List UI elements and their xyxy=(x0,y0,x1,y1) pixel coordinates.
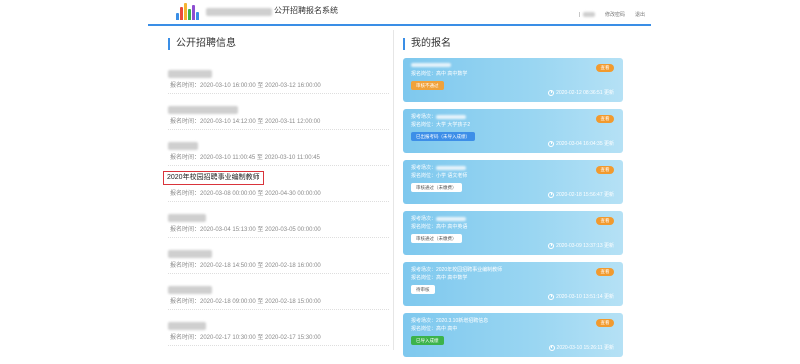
notice-time: 报名时间：2020-03-10 16:00:00 至 2020-03-12 16… xyxy=(170,83,321,89)
site-logo[interactable] xyxy=(176,3,200,20)
view-button[interactable]: 查看 xyxy=(596,115,614,123)
application-card: 报考场次：2020.3.10新增招聘信息 报名岗位：高中 高中 已导入成绩 查看… xyxy=(403,313,623,357)
change-password-link[interactable]: 修改密码 xyxy=(605,11,625,18)
column-divider xyxy=(393,30,394,350)
applied-position: 报名岗位：小学 语文老师 xyxy=(411,173,468,179)
top-header: 公开招聘报名系统 | 修改密码 退出 xyxy=(148,0,651,26)
recruitment-info-panel: 公开招聘信息 报名时间：2020-03-10 16:00:00 至 2020-0… xyxy=(163,36,389,346)
exam-session: 报考场次： xyxy=(411,113,467,120)
username-redacted xyxy=(582,12,595,17)
application-card: 报考场次： 报名岗位：高中 高中英语 审核通过（未缴费） 查看 2020-03-… xyxy=(403,211,623,255)
clock-icon xyxy=(548,89,555,96)
notice-time: 报名时间：2020-02-18 09:00:00 至 2020-02-18 15… xyxy=(170,299,321,305)
view-button[interactable]: 查看 xyxy=(596,64,614,72)
notice-title-redacted[interactable] xyxy=(168,65,212,78)
view-button[interactable]: 查看 xyxy=(596,319,614,327)
application-card: 报考场次：2020年校园招聘事业编制教师 报名岗位：高中 高中数学 待审核 查看… xyxy=(403,262,623,306)
notice-title-highlighted[interactable]: 2020年校园招聘事业编制教师 xyxy=(163,171,264,185)
notice-time: 报名时间：2020-03-10 14:12:00 至 2020-03-11 12… xyxy=(170,119,321,125)
notice-time: 报名时间：2020-02-17 10:30:00 至 2020-02-17 15… xyxy=(170,335,321,341)
updated-time: 2020-02-18 15:56:47 更新 xyxy=(548,191,614,198)
view-button[interactable]: 查看 xyxy=(596,217,614,225)
user-nav: | 修改密码 退出 xyxy=(579,11,645,19)
notice-title-redacted[interactable] xyxy=(168,209,206,222)
updated-time: 2020-03-09 13:37:13 更新 xyxy=(548,242,614,249)
view-button[interactable]: 查看 xyxy=(596,268,614,276)
status-badge[interactable]: 已出报考码（未导入成绩） xyxy=(411,132,475,141)
exam-session: 报考场次：2020.3.10新增招聘信息 xyxy=(411,318,489,324)
notice-item[interactable]: 报名时间：2020-03-10 14:12:00 至 2020-03-11 12… xyxy=(168,94,389,130)
applied-position: 报名岗位：大学 大学孩子2 xyxy=(411,122,471,128)
notice-list: 报名时间：2020-03-10 16:00:00 至 2020-03-12 16… xyxy=(163,58,389,346)
notice-item[interactable]: 报名时间：2020-03-04 15:13:00 至 2020-03-05 00… xyxy=(168,202,389,238)
status-badge[interactable]: 审核不通过 xyxy=(411,81,444,90)
notice-item[interactable]: 报名时间：2020-02-18 14:50:00 至 2020-02-18 16… xyxy=(168,238,389,274)
notice-item[interactable]: 报名时间：2020-02-17 10:30:00 至 2020-02-17 15… xyxy=(168,310,389,346)
clock-icon xyxy=(548,140,555,147)
notice-time: 报名时间：2020-03-10 11:00:45 至 2020-03-10 11… xyxy=(170,155,320,161)
notice-title-redacted[interactable] xyxy=(168,281,212,294)
status-badge[interactable]: 已导入成绩 xyxy=(411,336,444,345)
notice-time: 报名时间：2020-02-18 14:50:00 至 2020-02-18 16… xyxy=(170,263,321,269)
application-card-list: 报名岗位：高中 高中数学 审核不通过 查看 2020-02-12 08:36:5… xyxy=(403,58,623,364)
notice-title-redacted[interactable] xyxy=(168,137,198,150)
applied-position: 报名岗位：高中 高中数学 xyxy=(411,275,468,281)
notice-item[interactable]: 报名时间：2020-03-10 11:00:45 至 2020-03-10 11… xyxy=(168,130,389,166)
logout-link[interactable]: 退出 xyxy=(635,11,645,18)
notice-title-redacted[interactable] xyxy=(168,317,206,330)
status-badge[interactable]: 待审核 xyxy=(411,285,435,294)
clock-icon xyxy=(548,242,555,249)
notice-title-redacted[interactable] xyxy=(168,245,212,258)
notice-time: 报名时间：2020-03-04 15:13:00 至 2020-03-05 00… xyxy=(170,227,321,233)
notice-item[interactable]: 报名时间：2020-02-18 09:00:00 至 2020-02-18 15… xyxy=(168,274,389,310)
updated-time: 2020-02-12 08:36:51 更新 xyxy=(548,89,614,96)
status-badge[interactable]: 审核通过（未缴费） xyxy=(411,234,462,243)
notice-title-redacted[interactable] xyxy=(168,101,238,114)
applied-position: 报名岗位：高中 高中英语 xyxy=(411,224,468,230)
site-title: 公开招聘报名系统 xyxy=(274,6,338,15)
clock-icon xyxy=(548,293,555,300)
exam-session: 报考场次： xyxy=(411,215,467,222)
applied-position: 报名岗位：高中 高中 xyxy=(411,326,458,332)
my-applications-panel: 我的报名 报名岗位：高中 高中数学 审核不通过 查看 2020-02-12 08… xyxy=(403,36,623,357)
notice-item[interactable]: 报名时间：2020-03-10 16:00:00 至 2020-03-12 16… xyxy=(168,58,389,94)
updated-time: 2020-03-10 13:51:14 更新 xyxy=(548,293,614,300)
notice-item[interactable]: 2020年校园招聘事业编制教师 报名时间：2020-03-08 00:00:00… xyxy=(163,166,389,202)
user-menu[interactable]: | xyxy=(579,12,595,18)
view-button[interactable]: 查看 xyxy=(596,166,614,174)
user-separator: | xyxy=(578,11,580,18)
institution-name-redacted xyxy=(206,8,272,16)
updated-time: 2020-03-04 16:04:35 更新 xyxy=(548,140,614,147)
status-badge[interactable]: 审核通过（未缴费） xyxy=(411,183,462,192)
my-applications-title: 我的报名 xyxy=(403,38,623,50)
clock-icon xyxy=(548,191,555,198)
exam-session xyxy=(411,62,451,68)
applied-position: 报名岗位：高中 高中数学 xyxy=(411,71,468,77)
application-card: 报考场次： 报名岗位：大学 大学孩子2 已出报考码（未导入成绩） 查看 2020… xyxy=(403,109,623,153)
recruitment-info-title: 公开招聘信息 xyxy=(168,38,389,50)
application-card: 报考场次： 报名岗位：小学 语文老师 审核通过（未缴费） 查看 2020-02-… xyxy=(403,160,623,204)
application-card: 报名岗位：高中 高中数学 审核不通过 查看 2020-02-12 08:36:5… xyxy=(403,58,623,102)
notice-time: 报名时间：2020-03-08 00:00:00 至 2020-04-30 00… xyxy=(170,191,321,197)
exam-session: 报考场次： xyxy=(411,164,467,171)
exam-session: 报考场次：2020年校园招聘事业编制教师 xyxy=(411,267,503,273)
